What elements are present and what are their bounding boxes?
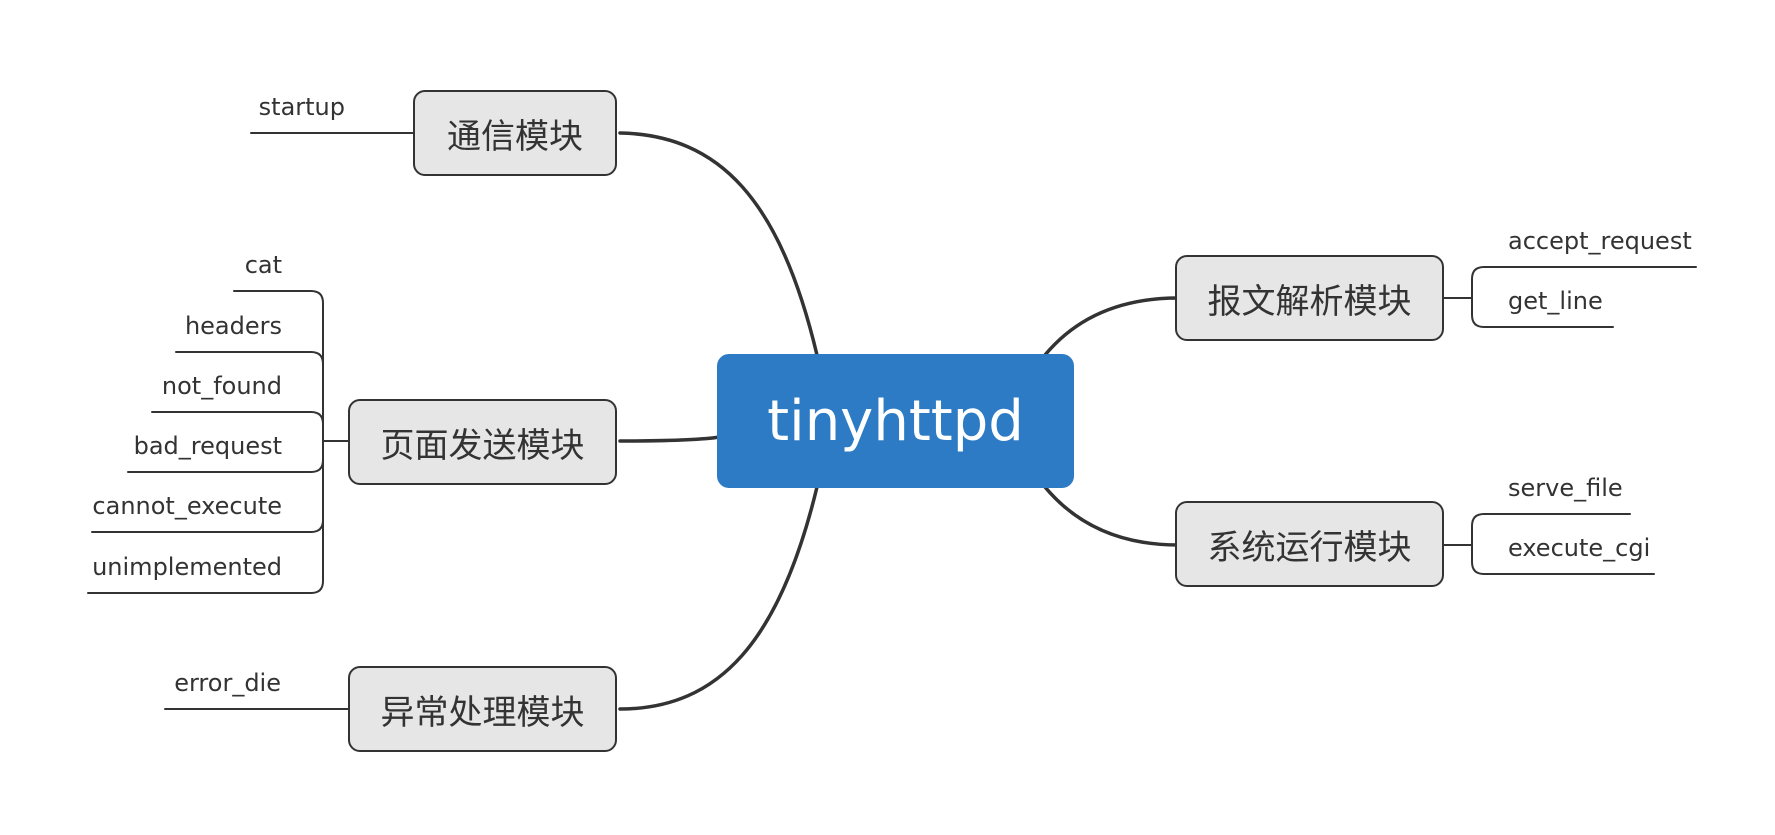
leaf-unimplemented[interactable]: unimplemented	[50, 553, 282, 581]
link-not-found	[151, 411, 324, 425]
link-root-yichang	[618, 485, 819, 711]
branch-node-yichang[interactable]: 异常处理模块	[348, 666, 617, 752]
leaf-bad-request[interactable]: bad_request	[80, 432, 282, 460]
leaf-cannot-execute[interactable]: cannot_execute	[50, 492, 282, 520]
branch-node-tongxin[interactable]: 通信模块	[413, 90, 617, 176]
link-cannot-execute	[91, 519, 324, 533]
root-node[interactable]: tinyhttpd	[717, 354, 1074, 488]
leaf-get-line[interactable]: get_line	[1508, 287, 1603, 315]
link-root-baowen	[1043, 296, 1180, 357]
leaf-accept-request[interactable]: accept_request	[1508, 227, 1692, 255]
leaf-headers[interactable]: headers	[120, 312, 282, 340]
root-label: tinyhttpd	[767, 388, 1024, 454]
leaf-execute-cgi[interactable]: execute_cgi	[1508, 534, 1650, 562]
branch-label: 异常处理模块	[380, 692, 585, 733]
branch-node-yemian[interactable]: 页面发送模块	[348, 399, 617, 485]
leaf-cat[interactable]: cat	[170, 251, 282, 279]
leaf-serve-file[interactable]: serve_file	[1508, 474, 1623, 502]
branch-label: 报文解析模块	[1207, 281, 1412, 322]
branch-node-xitong[interactable]: 系统运行模块	[1175, 501, 1444, 587]
branch-label: 页面发送模块	[380, 425, 585, 466]
link-root-xitong	[1043, 485, 1180, 547]
branch-node-baowen[interactable]: 报文解析模块	[1175, 255, 1444, 341]
branch-label: 系统运行模块	[1207, 527, 1412, 568]
link-root-tongxin	[618, 131, 819, 357]
link-root-yemian	[618, 435, 722, 443]
leaf-error-die[interactable]: error_die	[100, 669, 281, 697]
branch-label: 通信模块	[447, 116, 583, 157]
leaf-startup[interactable]: startup	[200, 93, 345, 121]
link-headers	[175, 351, 324, 365]
leaf-not-found[interactable]: not_found	[100, 372, 282, 400]
link-bad-request	[127, 459, 324, 473]
